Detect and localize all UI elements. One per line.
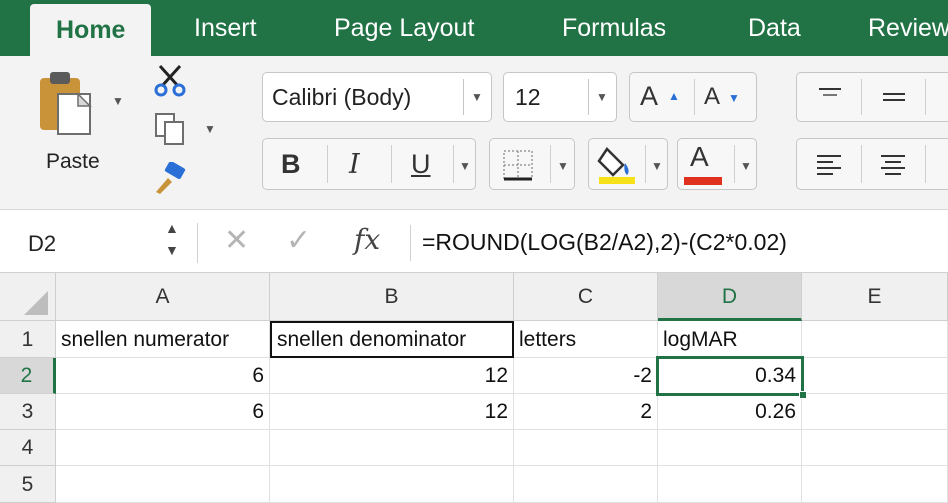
borders-button[interactable]: ▼: [489, 138, 575, 190]
chevron-down-icon: ▼: [557, 159, 569, 173]
chevron-down-icon[interactable]: ▼: [112, 94, 124, 108]
fill-color-button[interactable]: ▼: [588, 138, 668, 190]
row-header-5[interactable]: 5: [0, 466, 56, 503]
triangle-down-icon: ▼: [728, 91, 740, 105]
cell-c2[interactable]: -2: [514, 358, 658, 394]
chevron-down-icon: ▼: [596, 90, 608, 104]
cell-b3[interactable]: 12: [270, 394, 514, 430]
cell-a2[interactable]: 6: [56, 358, 270, 394]
cell-a1[interactable]: snellen numerator: [56, 321, 270, 358]
chevron-down-icon[interactable]: ▼: [204, 122, 216, 136]
scissors-icon[interactable]: [152, 62, 188, 98]
font-size-value: 12: [515, 84, 541, 110]
cell-a3[interactable]: 6: [56, 394, 270, 430]
font-color-swatch: [684, 177, 722, 185]
cell-e5[interactable]: [802, 466, 948, 503]
insert-function-button[interactable]: fx: [354, 223, 380, 256]
cell-c3[interactable]: 2: [514, 394, 658, 430]
cell-a5[interactable]: [56, 466, 270, 503]
font-size-dropdown[interactable]: 12 ▼: [503, 72, 617, 122]
vertical-align-group: [796, 72, 948, 122]
tab-data[interactable]: Data: [748, 10, 801, 46]
font-size-step-group: A ▲ A ▼: [629, 72, 757, 122]
cell-d4[interactable]: [658, 430, 802, 466]
cell-c5[interactable]: [514, 466, 658, 503]
tab-home[interactable]: Home: [30, 4, 152, 56]
paste-label: Paste: [46, 150, 100, 173]
decrease-font-icon: A: [704, 83, 721, 110]
cell-c4[interactable]: [514, 430, 658, 466]
align-left-icon[interactable]: [815, 153, 843, 177]
paint-bucket-icon: [597, 147, 635, 184]
tab-page-layout[interactable]: Page Layout: [334, 10, 474, 46]
align-center-icon[interactable]: [879, 153, 907, 177]
horizontal-align-group: [796, 138, 948, 190]
triangle-up-icon: ▲: [668, 89, 680, 103]
font-name-value: Calibri (Body): [272, 84, 412, 110]
cancel-icon[interactable]: ✕: [224, 223, 249, 258]
font-name-dropdown[interactable]: Calibri (Body) ▼: [262, 72, 492, 122]
font-color-button[interactable]: A ▼: [677, 138, 757, 190]
chevron-down-icon: ▼: [471, 90, 483, 104]
cell-e4[interactable]: [802, 430, 948, 466]
cell-d2[interactable]: 0.34: [658, 358, 802, 394]
chevron-down-icon: ▼: [651, 159, 663, 173]
ribbon-home: ▼ Paste ▼ Calibri (Body) ▼ 12 ▼ A ▲ A ▼ …: [0, 56, 948, 210]
font-color-icon: A: [690, 141, 709, 172]
fill-color-swatch: [599, 177, 635, 184]
cell-d3[interactable]: 0.26: [658, 394, 802, 430]
chevron-up-icon: ▲: [165, 220, 179, 236]
formula-input[interactable]: =ROUND(LOG(B2/A2),2)-(C2*0.02): [422, 229, 787, 256]
decrease-font-size-button[interactable]: A ▼: [694, 73, 758, 121]
fill-handle[interactable]: [799, 391, 807, 399]
borders-icon: [503, 150, 533, 181]
cell-d1[interactable]: logMAR: [658, 321, 802, 358]
cell-a4[interactable]: [56, 430, 270, 466]
cell-d5[interactable]: [658, 466, 802, 503]
tab-review[interactable]: Review: [868, 10, 948, 46]
column-header-c[interactable]: C: [514, 273, 658, 321]
row-header-1[interactable]: 1: [0, 321, 56, 358]
row-header-3[interactable]: 3: [0, 394, 56, 430]
name-box[interactable]: D2: [28, 231, 56, 257]
font-style-group: B I U ▼: [262, 138, 476, 190]
clipboard-icon: [40, 72, 92, 135]
chevron-down-icon: ▼: [165, 242, 179, 258]
increase-font-size-button[interactable]: A ▲: [630, 73, 694, 121]
bold-button[interactable]: B: [281, 149, 301, 180]
row-header-4[interactable]: 4: [0, 430, 56, 466]
column-header-d[interactable]: D: [658, 273, 802, 321]
cell-e2[interactable]: [802, 358, 948, 394]
italic-button[interactable]: I: [349, 149, 360, 180]
cell-b1[interactable]: snellen denominator: [270, 321, 514, 358]
chevron-down-icon[interactable]: ▼: [459, 159, 471, 173]
cell-e3[interactable]: [802, 394, 948, 430]
cell-b4[interactable]: [270, 430, 514, 466]
cell-c1[interactable]: letters: [514, 321, 658, 358]
tab-insert[interactable]: Insert: [194, 10, 257, 46]
align-middle-icon[interactable]: [881, 87, 907, 107]
cell-b2[interactable]: 12: [270, 358, 514, 394]
copy-icon[interactable]: [154, 112, 186, 146]
ribbon-tab-bar: Home Insert Page Layout Formulas Data Re…: [0, 0, 948, 56]
underline-button[interactable]: U: [411, 149, 431, 180]
select-all-icon: [24, 291, 48, 315]
spreadsheet-grid: A B C D E 1 2 3 4 5 snellen numerator sn…: [0, 273, 948, 503]
increase-font-icon: A: [640, 81, 659, 111]
select-all-corner[interactable]: [0, 273, 56, 321]
align-top-icon[interactable]: [817, 87, 843, 107]
chevron-down-icon: ▼: [740, 159, 752, 173]
formula-bar: D2 ▲ ▼ ✕ ✓ fx =ROUND(LOG(B2/A2),2)-(C2*0…: [0, 211, 948, 273]
column-header-a[interactable]: A: [56, 273, 270, 321]
checkmark-icon[interactable]: ✓: [286, 223, 311, 258]
tab-formulas[interactable]: Formulas: [562, 10, 666, 46]
name-box-stepper[interactable]: ▲ ▼: [165, 217, 179, 261]
cell-b5[interactable]: [270, 466, 514, 503]
column-header-b[interactable]: B: [270, 273, 514, 321]
format-painter-icon[interactable]: [152, 162, 188, 196]
cell-e1[interactable]: [802, 321, 948, 358]
row-header-2[interactable]: 2: [0, 358, 56, 394]
column-header-e[interactable]: E: [802, 273, 948, 321]
